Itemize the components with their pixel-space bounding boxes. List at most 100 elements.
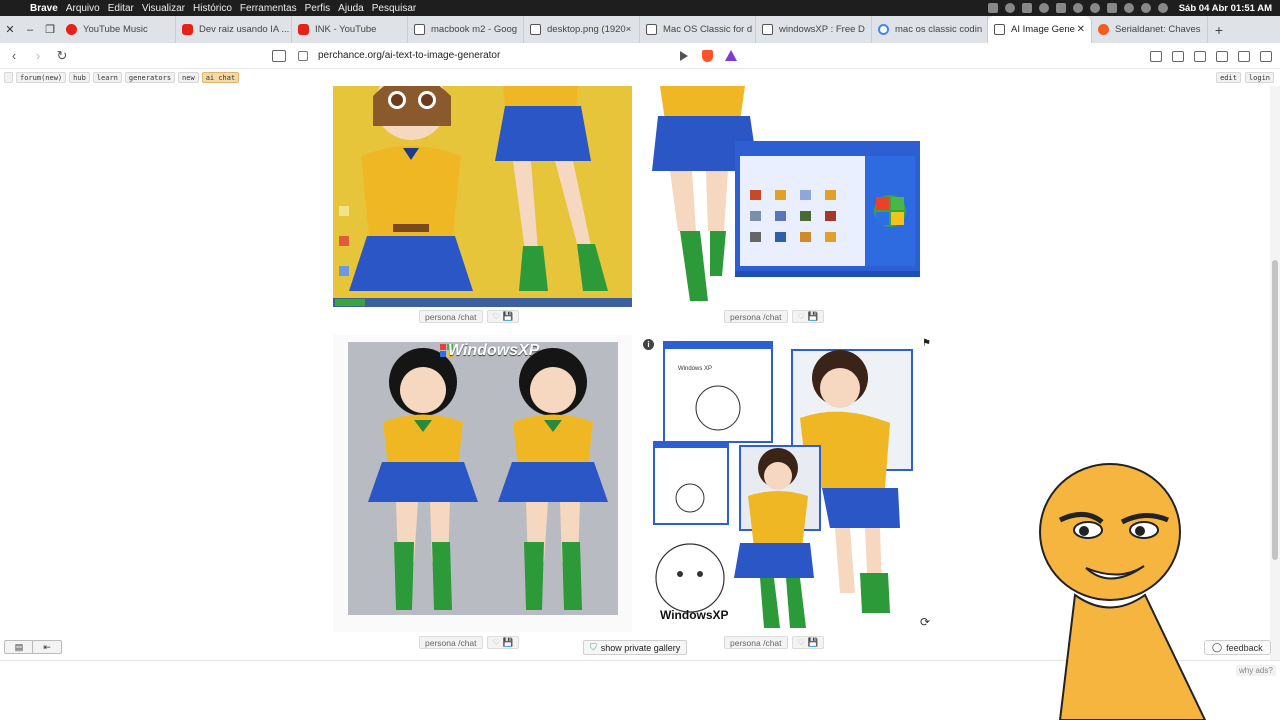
tab-dev-raiz[interactable]: Dev raiz usando IA ... [176,16,292,43]
collapse-icon: ⇤ [43,641,51,652]
menu-ferramentas[interactable]: Ferramentas [240,3,297,14]
nav-login[interactable]: login [1244,72,1274,83]
generated-image-3[interactable]: WindowsXP [348,342,618,615]
menu-toggle-icon[interactable] [4,72,13,83]
info-icon[interactable]: i [643,339,654,350]
clock[interactable]: Sáb 04 Abr 01:51 AM [1179,3,1272,14]
control-center-icon[interactable] [1157,3,1168,13]
image-1-actions: persona / chat ♡ 💾 [419,310,520,323]
generated-image-4[interactable]: WindowsXP Windows XP [650,338,922,636]
url-text: perchance.org/ai-text-to-image-generator [318,50,501,61]
menu-editar[interactable]: Editar [108,3,134,14]
reload-icon[interactable]: ↻ [52,48,72,64]
back-icon[interactable]: ‹ [4,48,24,63]
menu-perfis[interactable]: Perfis [305,3,331,14]
tab-ai-image-generator[interactable]: AI Image Gene ✕ [988,16,1092,43]
address-bar[interactable]: perchance.org/ai-text-to-image-generator [298,46,958,66]
obs-icon[interactable] [1004,3,1015,13]
minimize-window-icon[interactable]: – [20,16,40,43]
info-tray-icon[interactable] [1072,3,1083,13]
persona-chat-button[interactable]: persona / chat [724,636,788,649]
tab-label: desktop.png (1920× [547,24,632,35]
discord-icon[interactable] [987,3,998,13]
bluetooth-icon[interactable] [1038,3,1049,13]
tab-strip: ✕ – ❐ YouTube Music Dev raiz usando IA .… [0,16,1280,43]
show-private-gallery-button[interactable]: ⛉ show private gallery [583,640,688,655]
wifi-icon[interactable] [1140,3,1151,13]
tab-serialdanet[interactable]: Serialdanet: Chaves [1092,16,1208,43]
generated-image-2[interactable] [650,86,925,307]
flag-icon[interactable]: ⚑ [922,338,931,349]
scrollbar-thumb[interactable] [1272,260,1278,560]
image-2-actions: persona / chat ♡ 💾 [724,310,825,323]
leo-ai-icon[interactable] [1238,50,1250,62]
anime-girl-xp-window-illustration [650,86,925,307]
battery-icon[interactable] [1089,3,1100,13]
collapse-button[interactable]: ⇤ [32,640,62,654]
tab-label: windowsXP : Free D [779,24,865,35]
page-icon [414,24,425,35]
new-tab-icon[interactable]: + [1208,22,1230,38]
tab-mac-os-classic[interactable]: Mac OS Classic for d [640,16,756,43]
site-info-icon[interactable] [298,50,308,61]
save-favorite-button[interactable]: ♡ 💾 [791,310,825,323]
panel-toggle-button[interactable]: ▤ [4,640,34,654]
nav-edit[interactable]: edit [1216,72,1241,83]
page-icon [530,24,541,35]
regenerate-icon[interactable]: ⟳ [920,615,930,629]
tab-mac-os-coding[interactable]: mac os classic codin [872,16,988,43]
windowsxp-logo-text: WindowsXP [448,342,540,359]
tray-app-icon[interactable] [1021,3,1032,13]
menu-ajuda[interactable]: Ajuda [338,3,364,14]
tab-label: Serialdanet: Chaves [1115,24,1201,35]
persona-chat-button[interactable]: persona / chat [419,636,483,649]
clipboard-icon[interactable] [1055,3,1066,13]
download-icon[interactable] [1172,50,1184,62]
menu-app-name[interactable]: Brave [30,3,58,14]
tab-ink-youtube[interactable]: INK - YouTube [292,16,408,43]
why-ads-link[interactable]: why ads? [1236,665,1276,676]
xp-sketch-collage-illustration [650,338,922,636]
menu-visualizar[interactable]: Visualizar [142,3,185,14]
page-icon [762,24,773,35]
nav-ai-chat[interactable]: ai chat [201,72,240,83]
save-favorite-button[interactable]: ♡ 💾 [791,636,825,649]
keyboard-icon[interactable] [1106,3,1117,13]
brave-rewards-icon[interactable] [725,50,738,61]
menu-historico[interactable]: Histórico [193,3,232,14]
brave-shields-icon[interactable] [702,49,714,62]
persona-chat-button[interactable]: persona / chat [724,310,788,323]
wallet-icon[interactable] [1216,50,1228,62]
save-favorite-button[interactable]: ♡ 💾 [486,310,520,323]
tab-youtube-music[interactable]: YouTube Music [60,16,176,43]
windowsxp-caption-text: WindowsXP [660,608,729,622]
nav-new[interactable]: new [178,72,199,83]
volume-icon[interactable] [1123,3,1134,13]
tab-label: Mac OS Classic for d [663,24,753,35]
nav-generators[interactable]: generators [124,72,176,83]
persona-chat-button[interactable]: persona / chat [419,310,483,323]
nav-forum[interactable]: forum(new) [16,72,67,83]
nav-hub[interactable]: hub [69,72,90,83]
tab-desktop-png[interactable]: desktop.png (1920× [524,16,640,43]
tab-macbook-m2[interactable]: macbook m2 - Goog [408,16,524,43]
persona-label: persona / [425,311,461,322]
tab-search-icon[interactable] [1150,50,1162,62]
browser-toolbar: ‹ › ↻ perchance.org/ai-text-to-image-gen… [0,43,1280,69]
nav-learn[interactable]: learn [92,72,122,83]
tab-windowsxp[interactable]: windowsXP : Free D [756,16,872,43]
menu-pesquisar[interactable]: Pesquisar [372,3,416,14]
restore-window-icon[interactable]: ❐ [40,16,60,43]
bookmark-icon[interactable] [272,49,286,62]
menu-icon[interactable] [1260,50,1272,62]
close-window-icon[interactable]: ✕ [0,16,20,43]
sidebar-icon[interactable] [1194,50,1206,62]
tab-label: YouTube Music [83,24,148,35]
media-play-icon[interactable] [680,50,689,61]
page-scrollbar[interactable] [1270,86,1280,660]
save-favorite-button[interactable]: ♡ 💾 [486,636,520,649]
forward-icon[interactable]: › [28,48,48,63]
generated-image-1[interactable] [333,86,632,307]
close-tab-icon[interactable]: ✕ [1077,24,1085,35]
menu-arquivo[interactable]: Arquivo [66,3,100,14]
